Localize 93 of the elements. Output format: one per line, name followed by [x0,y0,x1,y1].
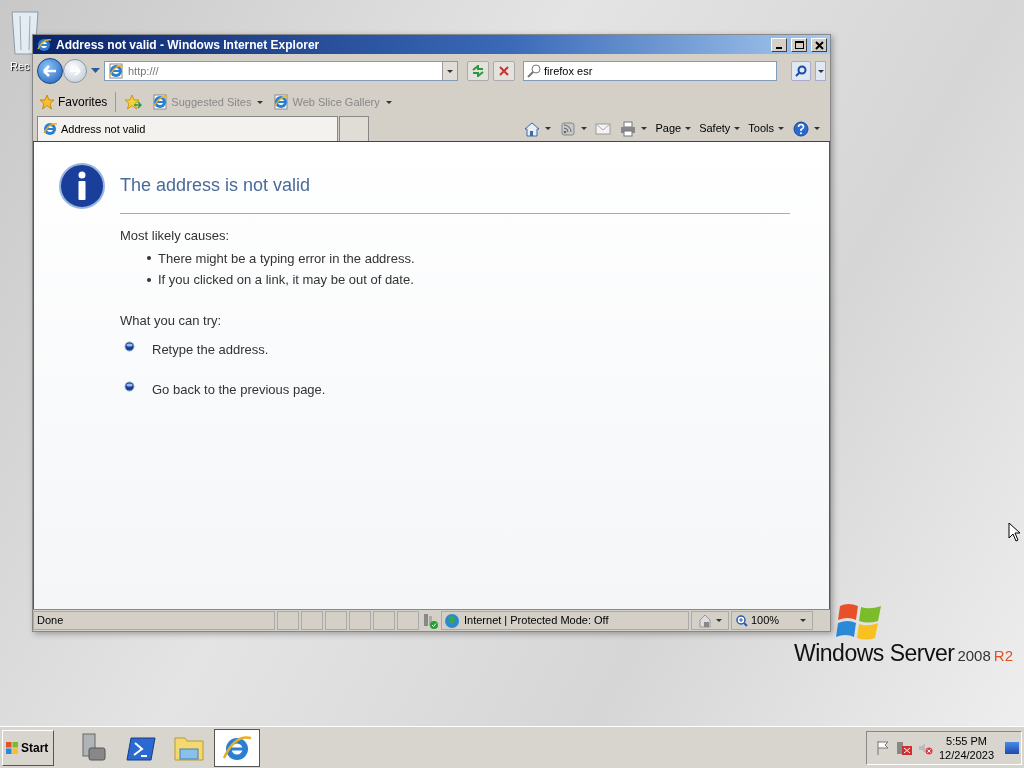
feed-icon [559,120,578,137]
feeds-button[interactable] [559,120,588,137]
caret-icon [817,69,824,73]
window-title: Address not valid - Windows Internet Explorer [56,36,321,54]
logo-version: 2008 [957,648,991,663]
close-button[interactable] [811,37,827,52]
caret-icon [778,127,784,130]
show-desktop-button[interactable] [1005,741,1019,754]
search-button[interactable] [791,61,811,81]
mouse-pointer-icon [1008,522,1020,542]
caret-icon [800,619,806,622]
printer-icon [619,120,638,137]
zone-status: Internet | Protected Mode: Off [441,611,689,630]
clock-time: 5:55 PM [946,733,987,748]
caret-icon [641,127,648,130]
status-pane [397,611,419,630]
try-label: What you can try: [120,311,223,330]
right-arrow-icon [69,66,81,76]
search-icon [527,64,541,78]
page-icon [152,94,169,110]
stop-icon [499,66,509,76]
address-field[interactable]: http:/// [104,61,458,81]
status-pane [301,611,323,630]
minimize-button[interactable] [771,37,787,52]
caret-icon [447,69,453,73]
clock-date: 12/24/2023 [939,747,995,762]
round-bullet-icon [124,341,135,352]
caret-icon [257,100,264,104]
close-icon [812,38,826,51]
search-options-button[interactable] [815,61,826,81]
dropdown-caret-icon [91,68,100,74]
command-menu[interactable]: Tools [748,120,784,137]
info-icon [58,162,106,210]
browser-tab[interactable]: Address not valid [37,116,338,141]
windows-flag-icon [5,740,19,755]
logo-edition: R2 [993,648,1013,663]
cause-text: If you clicked on a link, it may be out of date. [158,271,414,289]
command-menu[interactable]: Safety [699,120,741,137]
logo-name: Windows Server [794,642,955,665]
home-icon [523,120,542,137]
favorites-button[interactable]: Favorites [39,93,108,111]
minimize-icon [776,47,782,49]
new-tab-button[interactable] [339,116,369,141]
status-pane [373,611,395,630]
help-icon [792,120,810,137]
stop-button[interactable] [493,61,515,81]
causes-label: Most likely causes: [120,227,231,245]
caret-icon [734,127,741,130]
suggestion-text: Go back to the previous page. [152,380,326,399]
search-field[interactable]: firefox esr [523,61,777,81]
zoom-icon [736,614,748,627]
address-dropdown-button[interactable] [442,62,457,80]
cause-text: There might be a typing error in the address. [158,249,415,268]
house-lock-icon [698,613,712,628]
add-favorite-icon [124,94,143,110]
browser-logo-icon [36,36,52,53]
caret-icon [716,619,722,622]
status-text: Done [33,611,275,630]
page-icon [108,63,124,79]
network-error-icon [895,739,913,756]
protected-mode-button[interactable] [691,611,729,630]
bullet-icon [147,256,151,261]
page-heading: The address is not valid [120,172,790,214]
caret-icon [581,127,588,130]
round-bullet-icon [124,380,135,392]
print-button[interactable] [619,120,648,137]
help-button[interactable] [792,120,820,137]
browser-logo-icon [42,121,58,137]
caret-icon [814,127,820,130]
caret-icon [545,127,552,130]
page-icon [273,94,290,110]
search-icon [795,65,807,77]
start-button[interactable]: Start [2,729,54,766]
caret-icon [685,127,692,130]
zoom-button[interactable]: 100% [731,611,813,630]
command-menu[interactable]: Page [655,120,692,137]
status-pane [277,611,299,630]
maximize-button[interactable] [791,37,807,52]
home-button[interactable] [523,120,552,137]
refresh-button[interactable] [467,61,489,81]
taskbar-app-button[interactable] [214,728,260,767]
status-pane [349,611,371,630]
refresh-icon [471,65,485,77]
envelope-icon [595,122,612,135]
suggestion-text: Retype the address. [152,341,269,359]
star-icon [39,94,55,110]
back-button[interactable] [37,58,63,84]
globe-icon [444,612,460,629]
flag-icon [875,739,891,756]
caret-icon [385,100,392,104]
left-arrow-icon [43,65,57,77]
status-pane [325,611,347,630]
bullet-icon [147,277,151,282]
